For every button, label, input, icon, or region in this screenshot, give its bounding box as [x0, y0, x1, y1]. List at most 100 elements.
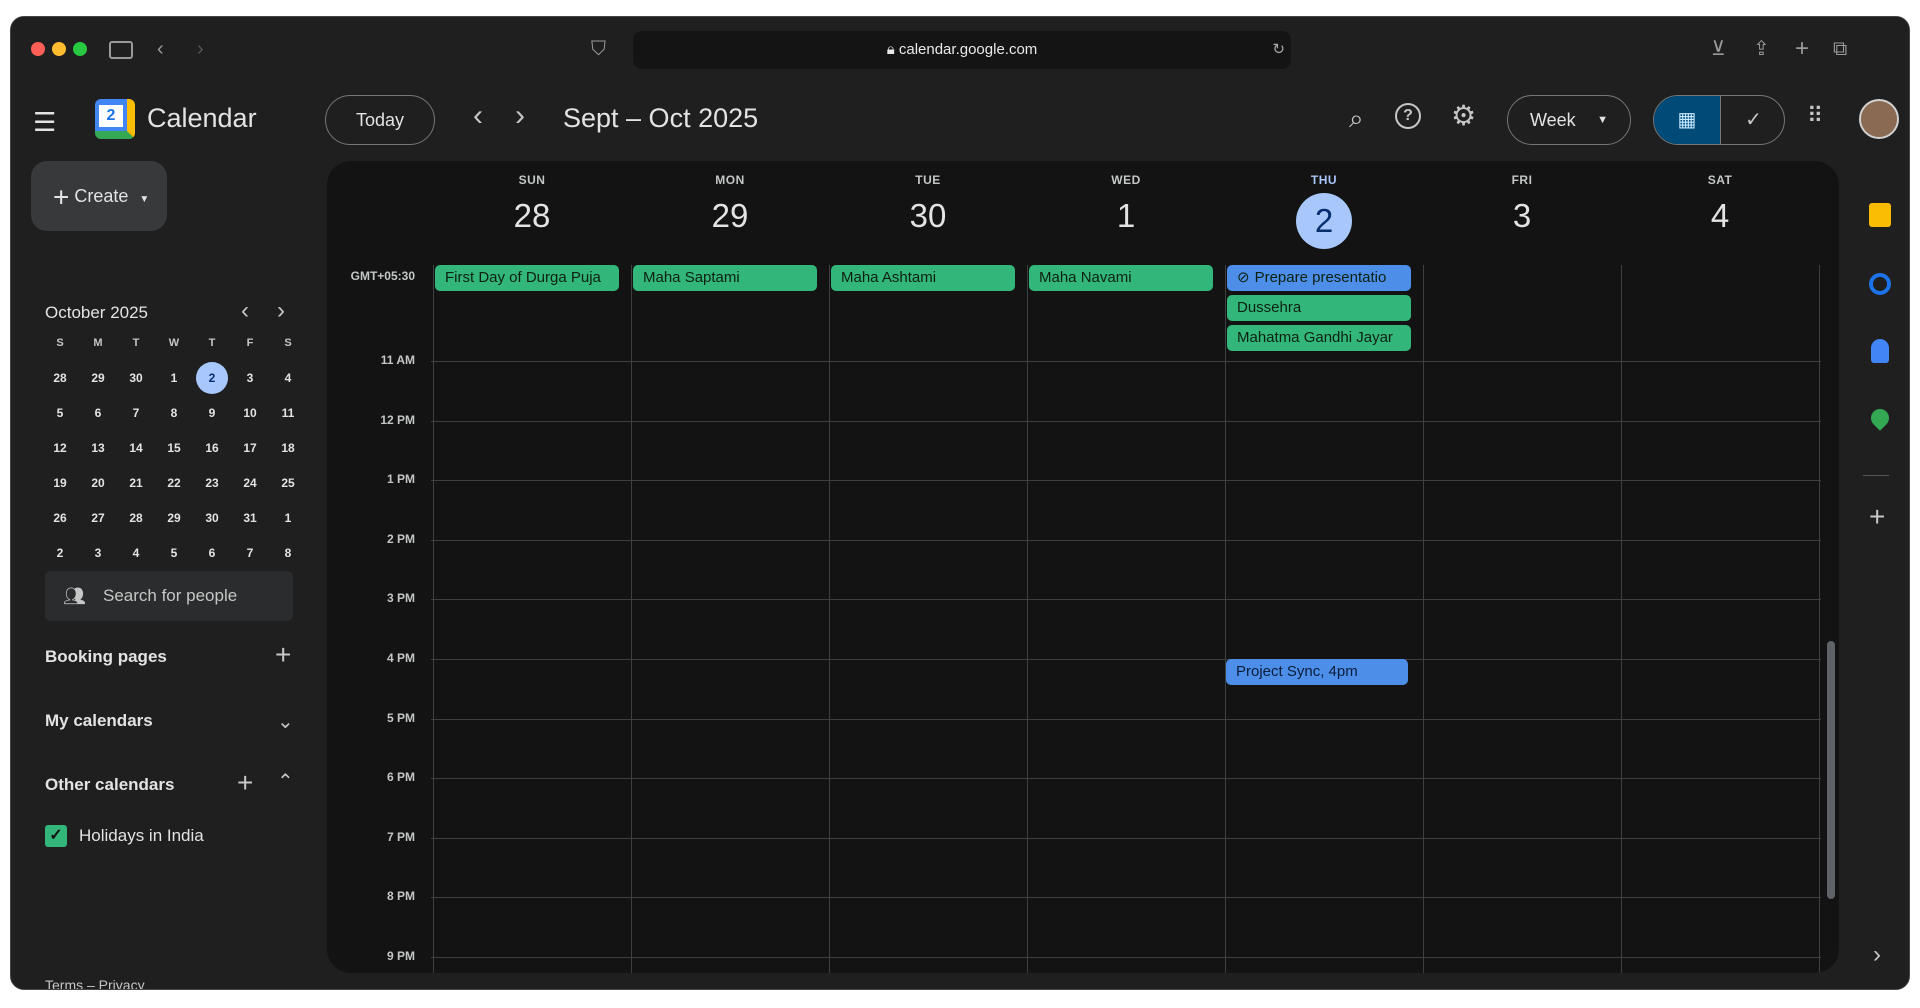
close-window-button[interactable]	[31, 42, 45, 56]
new-tab-icon[interactable]: +	[1795, 37, 1809, 61]
day-number[interactable]: 4	[1621, 197, 1819, 235]
mini-day[interactable]: 14	[117, 432, 155, 464]
mini-day[interactable]: 21	[117, 467, 155, 499]
mini-day[interactable]: 8	[155, 397, 193, 429]
mini-day[interactable]: 4	[269, 362, 307, 394]
mini-day[interactable]: 16	[193, 432, 231, 464]
tasks-mode-icon[interactable]: ✓	[1720, 96, 1784, 144]
other-calendars-heading[interactable]: Other calendars	[45, 775, 174, 795]
search-icon[interactable]: ⌕	[1349, 103, 1364, 135]
day-header[interactable]: FRI 3	[1423, 173, 1621, 235]
mini-day[interactable]: 26	[41, 502, 79, 534]
mini-day[interactable]: 6	[79, 397, 117, 429]
mini-day[interactable]: 20	[79, 467, 117, 499]
mini-day[interactable]: 31	[231, 502, 269, 534]
previous-week-icon[interactable]: ‹	[473, 99, 483, 133]
mini-day[interactable]: 9	[193, 397, 231, 429]
day-header[interactable]: TUE 30	[829, 173, 1027, 235]
day-number[interactable]: 1	[1027, 197, 1225, 235]
add-other-calendar-icon[interactable]: +	[237, 767, 253, 799]
mini-day[interactable]: 10	[231, 397, 269, 429]
mini-day[interactable]: 28	[117, 502, 155, 534]
apps-grid-icon[interactable]: ⠿	[1807, 103, 1823, 129]
mini-day[interactable]: 4	[117, 537, 155, 569]
mini-day[interactable]: 1	[155, 362, 193, 394]
sidebar-toggle-icon[interactable]	[109, 41, 133, 59]
timed-event[interactable]: Project Sync, 4pm	[1226, 659, 1408, 685]
mini-day[interactable]: 5	[41, 397, 79, 429]
terms-privacy-link[interactable]: Terms – Privacy	[45, 977, 145, 989]
mini-day[interactable]: 2	[41, 537, 79, 569]
shield-icon[interactable]: ⛉	[591, 39, 606, 59]
calendar-mode-icon[interactable]: ▦	[1654, 96, 1720, 144]
tasks-icon[interactable]	[1869, 273, 1891, 295]
chevron-down-icon[interactable]: ⌄	[277, 709, 294, 734]
day-header[interactable]: SAT 4	[1621, 173, 1819, 235]
day-header[interactable]: WED 1	[1027, 173, 1225, 235]
mini-prev-month-icon[interactable]: ‹	[241, 297, 249, 325]
mini-day[interactable]: 29	[155, 502, 193, 534]
all-day-event[interactable]: Mahatma Gandhi Jayar	[1227, 325, 1411, 351]
mini-day[interactable]: 1	[269, 502, 307, 534]
forward-icon[interactable]: ›	[197, 39, 204, 59]
address-bar[interactable]: 🔒︎ calendar.google.com ↻	[633, 31, 1291, 69]
contacts-icon[interactable]	[1871, 339, 1889, 363]
chevron-up-icon[interactable]: ⌃	[277, 769, 294, 794]
all-day-event[interactable]: Maha Navami	[1029, 265, 1213, 291]
holidays-checkbox[interactable]: ✓	[45, 825, 67, 847]
reload-icon[interactable]: ↻	[1272, 31, 1285, 69]
mini-day[interactable]: 23	[193, 467, 231, 499]
get-add-ons-icon[interactable]: +	[1869, 501, 1885, 533]
day-header[interactable]: THU 2	[1225, 173, 1423, 249]
day-number[interactable]: 2	[1296, 193, 1352, 249]
search-people-input[interactable]: 👥︎ Search for people	[45, 571, 293, 621]
back-icon[interactable]: ‹	[157, 39, 164, 59]
day-number[interactable]: 30	[829, 197, 1027, 235]
mini-day[interactable]: 3	[79, 537, 117, 569]
minimize-window-button[interactable]	[52, 42, 66, 56]
mini-day[interactable]: 22	[155, 467, 193, 499]
mini-day[interactable]: 12	[41, 432, 79, 464]
all-day-event[interactable]: First Day of Durga Puja	[435, 265, 619, 291]
mini-day[interactable]: 27	[79, 502, 117, 534]
main-menu-icon[interactable]: ☰	[33, 107, 56, 138]
mini-day-today[interactable]: 2	[196, 362, 228, 394]
my-calendars-heading[interactable]: My calendars	[45, 711, 153, 731]
add-booking-page-icon[interactable]: +	[275, 639, 291, 671]
next-week-icon[interactable]: ›	[515, 99, 525, 133]
mini-day[interactable]: 3	[231, 362, 269, 394]
today-button[interactable]: Today	[325, 95, 435, 145]
settings-gear-icon[interactable]: ⚙	[1451, 99, 1476, 132]
help-icon[interactable]: ?	[1395, 103, 1421, 129]
share-icon[interactable]: ⇪	[1753, 39, 1770, 59]
day-header[interactable]: SUN 28	[433, 173, 631, 235]
day-number[interactable]: 3	[1423, 197, 1621, 235]
tab-overview-icon[interactable]: ⧉	[1833, 39, 1847, 59]
all-day-event[interactable]: ⊘ Prepare presentatio	[1227, 265, 1411, 291]
day-number[interactable]: 28	[433, 197, 631, 235]
mini-day[interactable]: 17	[231, 432, 269, 464]
mini-day[interactable]: 6	[193, 537, 231, 569]
zoom-window-button[interactable]	[73, 42, 87, 56]
maps-icon[interactable]	[1867, 405, 1893, 431]
view-select[interactable]: Week ▼	[1507, 95, 1631, 145]
mini-next-month-icon[interactable]: ›	[277, 297, 285, 325]
mini-day[interactable]: 8	[269, 537, 307, 569]
mini-day[interactable]: 7	[117, 397, 155, 429]
mini-day[interactable]: 13	[79, 432, 117, 464]
mini-day[interactable]: 11	[269, 397, 307, 429]
mini-day[interactable]: 7	[231, 537, 269, 569]
day-number[interactable]: 29	[631, 197, 829, 235]
mini-day[interactable]: 25	[269, 467, 307, 499]
create-button[interactable]: + Create ▼	[31, 161, 167, 231]
mini-day[interactable]: 24	[231, 467, 269, 499]
download-icon[interactable]: ⊻	[1711, 39, 1726, 59]
mini-day[interactable]: 30	[193, 502, 231, 534]
all-day-event[interactable]: Maha Ashtami	[831, 265, 1015, 291]
account-avatar[interactable]	[1859, 99, 1899, 139]
keep-icon[interactable]	[1869, 203, 1891, 227]
mini-day[interactable]: 29	[79, 362, 117, 394]
all-day-event[interactable]: Dussehra	[1227, 295, 1411, 321]
mini-day[interactable]: 28	[41, 362, 79, 394]
mini-day[interactable]: 5	[155, 537, 193, 569]
